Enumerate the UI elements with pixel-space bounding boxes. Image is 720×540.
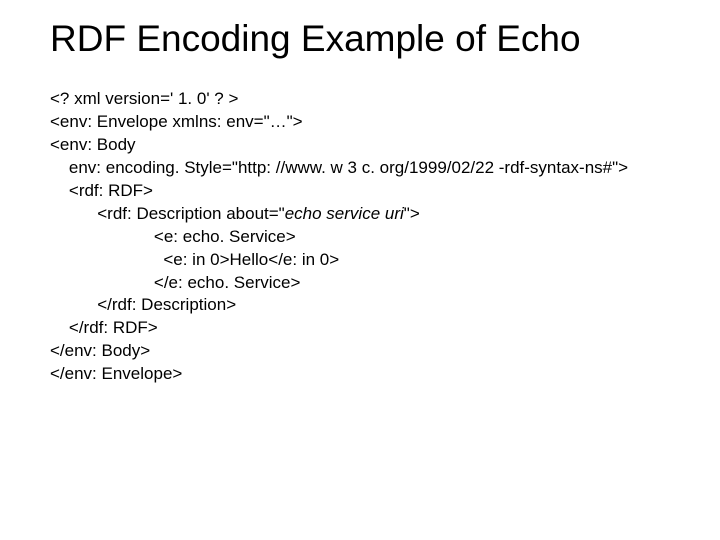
code-line: </rdf: Description> [50, 294, 680, 317]
code-text: <rdf: Description about=" [50, 204, 285, 223]
italic-text: echo service uri [285, 204, 404, 223]
code-line: <env: Body [50, 134, 680, 157]
code-line: <env: Envelope xmlns: env="…"> [50, 111, 680, 134]
slide: RDF Encoding Example of Echo <? xml vers… [0, 0, 720, 386]
code-line: </e: echo. Service> [50, 272, 680, 295]
code-line: </env: Envelope> [50, 363, 680, 386]
code-line: <e: in 0>Hello</e: in 0> [50, 249, 680, 272]
code-text: "> [404, 204, 420, 223]
code-line: env: encoding. Style="http: //www. w 3 c… [50, 157, 680, 180]
code-line: <e: echo. Service> [50, 226, 680, 249]
code-block: <? xml version=' 1. 0' ? > <env: Envelop… [50, 88, 680, 386]
slide-title: RDF Encoding Example of Echo [50, 18, 680, 60]
code-line: <? xml version=' 1. 0' ? > [50, 88, 680, 111]
code-line: </rdf: RDF> [50, 317, 680, 340]
code-line: <rdf: Description about="echo service ur… [50, 203, 680, 226]
code-line: </env: Body> [50, 340, 680, 363]
code-line: <rdf: RDF> [50, 180, 680, 203]
